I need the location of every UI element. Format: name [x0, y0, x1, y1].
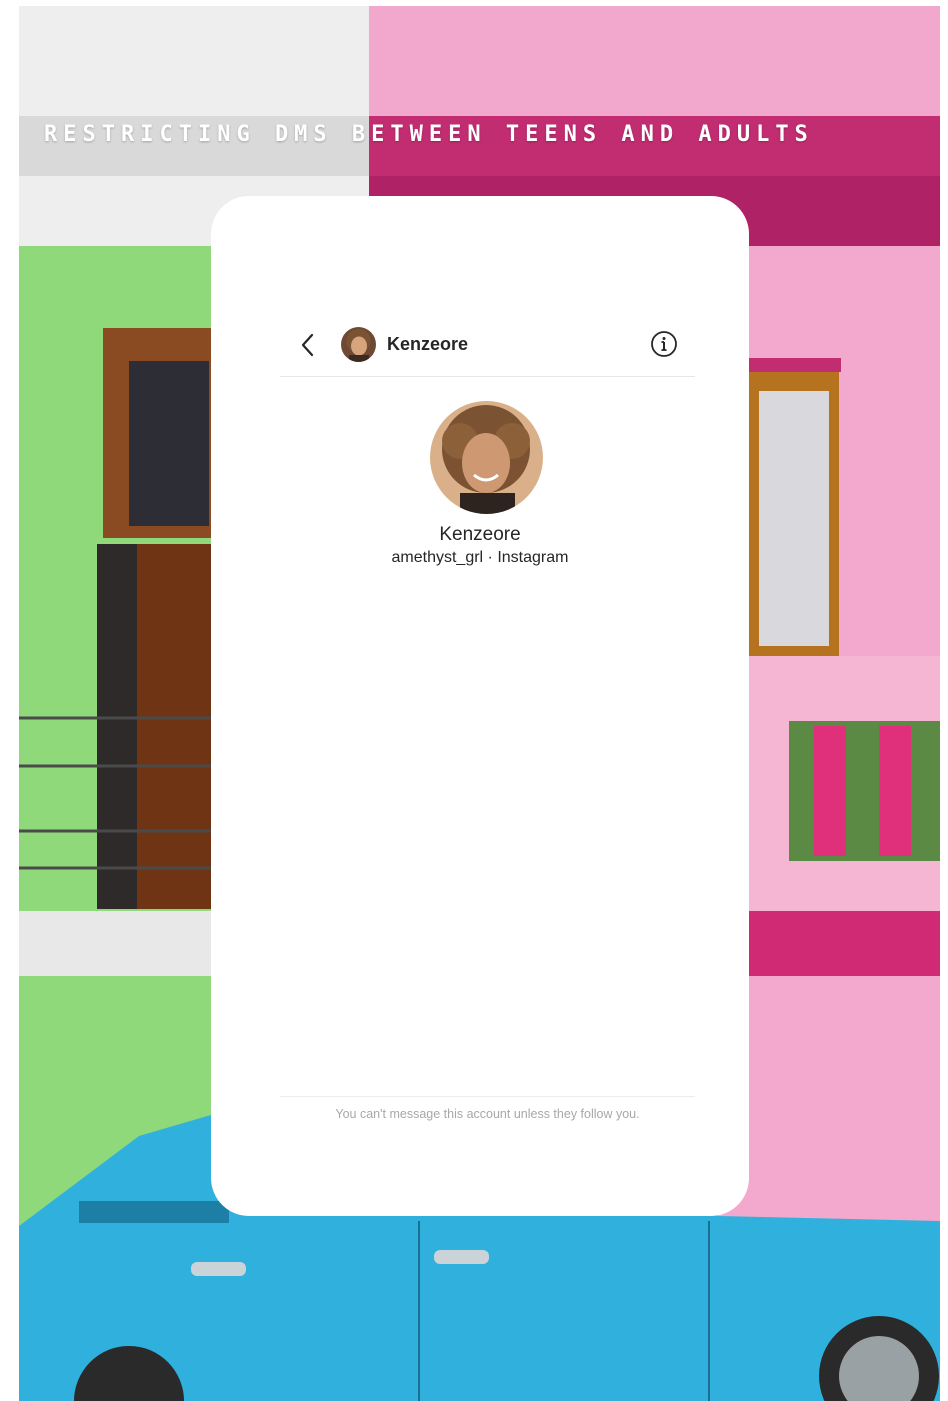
profile-photo-icon — [430, 401, 543, 514]
chat-header: Kenzeore — [280, 320, 695, 377]
header-avatar[interactable] — [341, 327, 376, 362]
profile-avatar[interactable] — [430, 401, 543, 514]
header-username[interactable]: Kenzeore — [387, 334, 468, 355]
chevron-left-icon — [301, 333, 314, 357]
info-button[interactable] — [650, 330, 678, 358]
divider — [280, 1096, 695, 1097]
user-avatar-icon — [341, 327, 376, 362]
restriction-notice: You can't message this account unless th… — [335, 1107, 640, 1121]
profile-name: Kenzeore — [439, 524, 521, 545]
info-icon — [651, 331, 677, 357]
back-button[interactable] — [294, 330, 322, 360]
page-headline: RESTRICTING DMS BETWEEN TEENS AND ADULTS — [44, 122, 814, 147]
profile-subtitle: amethyst_grl · Instagram — [391, 549, 569, 566]
chat-screen: Kenzeore Kenzeore amethyst_grl · Instagr… — [211, 196, 749, 1216]
